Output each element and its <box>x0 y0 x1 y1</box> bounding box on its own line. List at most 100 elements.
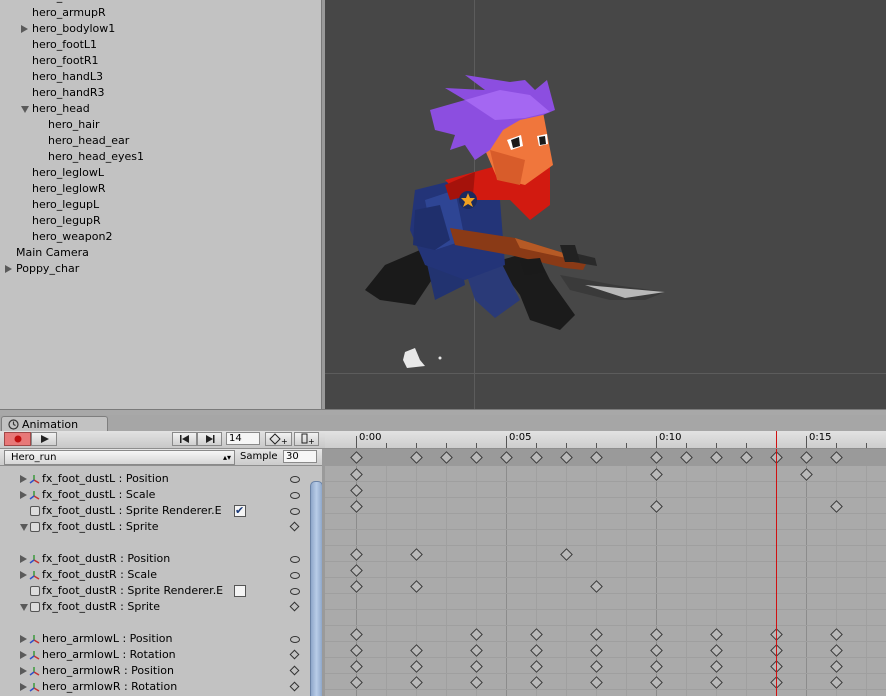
playhead-ruler[interactable] <box>776 431 777 448</box>
keyframe[interactable] <box>350 484 363 497</box>
expand-right-icon[interactable] <box>20 667 27 675</box>
keyframe[interactable] <box>350 628 363 641</box>
keyframe[interactable] <box>830 628 843 641</box>
scene-view[interactable] <box>325 0 886 409</box>
keyframe[interactable] <box>530 676 543 689</box>
hierarchy-item[interactable]: hero_footR1 <box>0 53 321 69</box>
keyframe[interactable] <box>830 660 843 673</box>
add-keyframe-button[interactable]: + <box>265 432 292 446</box>
expand-right-icon[interactable] <box>20 683 27 691</box>
previous-keyframe-button[interactable] <box>172 432 197 446</box>
keyframe[interactable] <box>410 644 423 657</box>
hierarchy-item[interactable]: hero_weapon2 <box>0 229 321 245</box>
property-scrollbar[interactable] <box>310 481 322 696</box>
hierarchy-item[interactable]: hero_legupL <box>0 197 321 213</box>
tab-animation[interactable]: Animation <box>1 416 108 432</box>
hierarchy-item[interactable]: hero_footL1 <box>0 37 321 53</box>
keyframe[interactable] <box>590 628 603 641</box>
keyframe[interactable] <box>350 580 363 593</box>
property-row[interactable]: hero_armlowR : Position <box>0 663 309 679</box>
property-row[interactable]: hero_armlowR : Rotation <box>0 679 309 695</box>
expand-right-icon[interactable] <box>20 555 27 563</box>
property-row[interactable]: fx_foot_dustL : Sprite <box>0 519 309 535</box>
enabled-checkbox[interactable] <box>234 585 246 597</box>
eye-icon[interactable] <box>290 476 300 483</box>
keyframe[interactable] <box>410 580 423 593</box>
keyframe[interactable] <box>410 660 423 673</box>
keyframe[interactable] <box>650 660 663 673</box>
clip-dropdown[interactable]: Hero_run ▴▾ <box>4 450 235 465</box>
dopesheet[interactable] <box>325 449 886 696</box>
keyframe[interactable] <box>530 660 543 673</box>
hero-character-sprite[interactable] <box>325 0 886 409</box>
hierarchy-item[interactable]: hero_bodylow1 <box>0 21 321 37</box>
property-row[interactable]: fx_foot_dustR : Sprite <box>0 599 309 615</box>
keyframe[interactable] <box>350 468 363 481</box>
keyframe[interactable] <box>650 628 663 641</box>
keyframe[interactable] <box>590 660 603 673</box>
keyframe[interactable] <box>350 500 363 513</box>
keyframe[interactable] <box>560 548 573 561</box>
hierarchy-item[interactable]: hero_head <box>0 101 321 117</box>
keyframe[interactable] <box>800 468 813 481</box>
keyframe[interactable] <box>350 564 363 577</box>
property-row[interactable]: hero_armlowL : Rotation <box>0 647 309 663</box>
expand-right-icon[interactable] <box>21 25 28 33</box>
playhead[interactable] <box>776 449 777 696</box>
expand-down-icon[interactable] <box>21 106 29 113</box>
keyframe[interactable] <box>590 644 603 657</box>
property-row[interactable]: fx_foot_dustL : Scale <box>0 487 309 503</box>
property-row[interactable]: fx_foot_dustR : Sprite Renderer.E <box>0 583 309 599</box>
keyframe[interactable] <box>350 660 363 673</box>
keyframe[interactable] <box>350 548 363 561</box>
keyframe[interactable] <box>530 644 543 657</box>
hierarchy-item[interactable]: hero_handL3 <box>0 69 321 85</box>
eye-icon[interactable] <box>290 508 300 515</box>
expand-right-icon[interactable] <box>20 491 27 499</box>
sample-rate-field[interactable] <box>283 450 317 463</box>
keyframe[interactable] <box>530 628 543 641</box>
keyframe[interactable] <box>410 676 423 689</box>
keyframe[interactable] <box>830 644 843 657</box>
property-row[interactable]: fx_foot_dustL : Position <box>0 471 309 487</box>
keyframe[interactable] <box>410 548 423 561</box>
keyframe[interactable] <box>470 676 483 689</box>
keyframe[interactable] <box>710 628 723 641</box>
keyframe[interactable] <box>710 644 723 657</box>
enabled-checkbox[interactable]: ✔ <box>234 504 246 517</box>
diamond-icon[interactable] <box>289 681 300 692</box>
frame-field[interactable] <box>226 432 260 445</box>
expand-right-icon[interactable] <box>20 635 27 643</box>
keyframe[interactable] <box>650 644 663 657</box>
expand-right-icon[interactable] <box>5 265 12 273</box>
property-row[interactable]: fx_foot_dustR : Position <box>0 551 309 567</box>
expand-down-icon[interactable] <box>20 604 28 611</box>
hierarchy-item[interactable]: hero_legupR <box>0 213 321 229</box>
eye-icon[interactable] <box>290 636 300 643</box>
diamond-icon[interactable] <box>289 521 300 532</box>
keyframe[interactable] <box>470 660 483 673</box>
hierarchy-item[interactable]: hero_handR3 <box>0 85 321 101</box>
keyframe[interactable] <box>590 676 603 689</box>
hierarchy-item[interactable]: hero_head_ear <box>0 133 321 149</box>
diamond-icon[interactable] <box>289 649 300 660</box>
property-row[interactable]: fx_foot_dustR : Scale <box>0 567 309 583</box>
keyframe[interactable] <box>350 644 363 657</box>
keyframe[interactable] <box>710 676 723 689</box>
expand-right-icon[interactable] <box>20 651 27 659</box>
hierarchy-item[interactable]: hero_head_eyes1 <box>0 149 321 165</box>
keyframe[interactable] <box>830 676 843 689</box>
hierarchy-item[interactable]: hero_armupR <box>0 5 321 21</box>
property-row[interactable]: hero_armlowL : Position <box>0 631 309 647</box>
keyframe[interactable] <box>470 628 483 641</box>
hierarchy-item[interactable]: hero_leglowR <box>0 181 321 197</box>
property-row[interactable]: fx_foot_dustL : Sprite Renderer.E ✔ <box>0 503 309 519</box>
diamond-icon[interactable] <box>289 665 300 676</box>
keyframe[interactable] <box>710 660 723 673</box>
keyframe[interactable] <box>470 644 483 657</box>
play-button[interactable] <box>31 432 57 446</box>
expand-down-icon[interactable] <box>20 524 28 531</box>
keyframe[interactable] <box>830 500 843 513</box>
next-keyframe-button[interactable] <box>197 432 222 446</box>
hierarchy-item[interactable]: Poppy_char <box>0 261 321 277</box>
